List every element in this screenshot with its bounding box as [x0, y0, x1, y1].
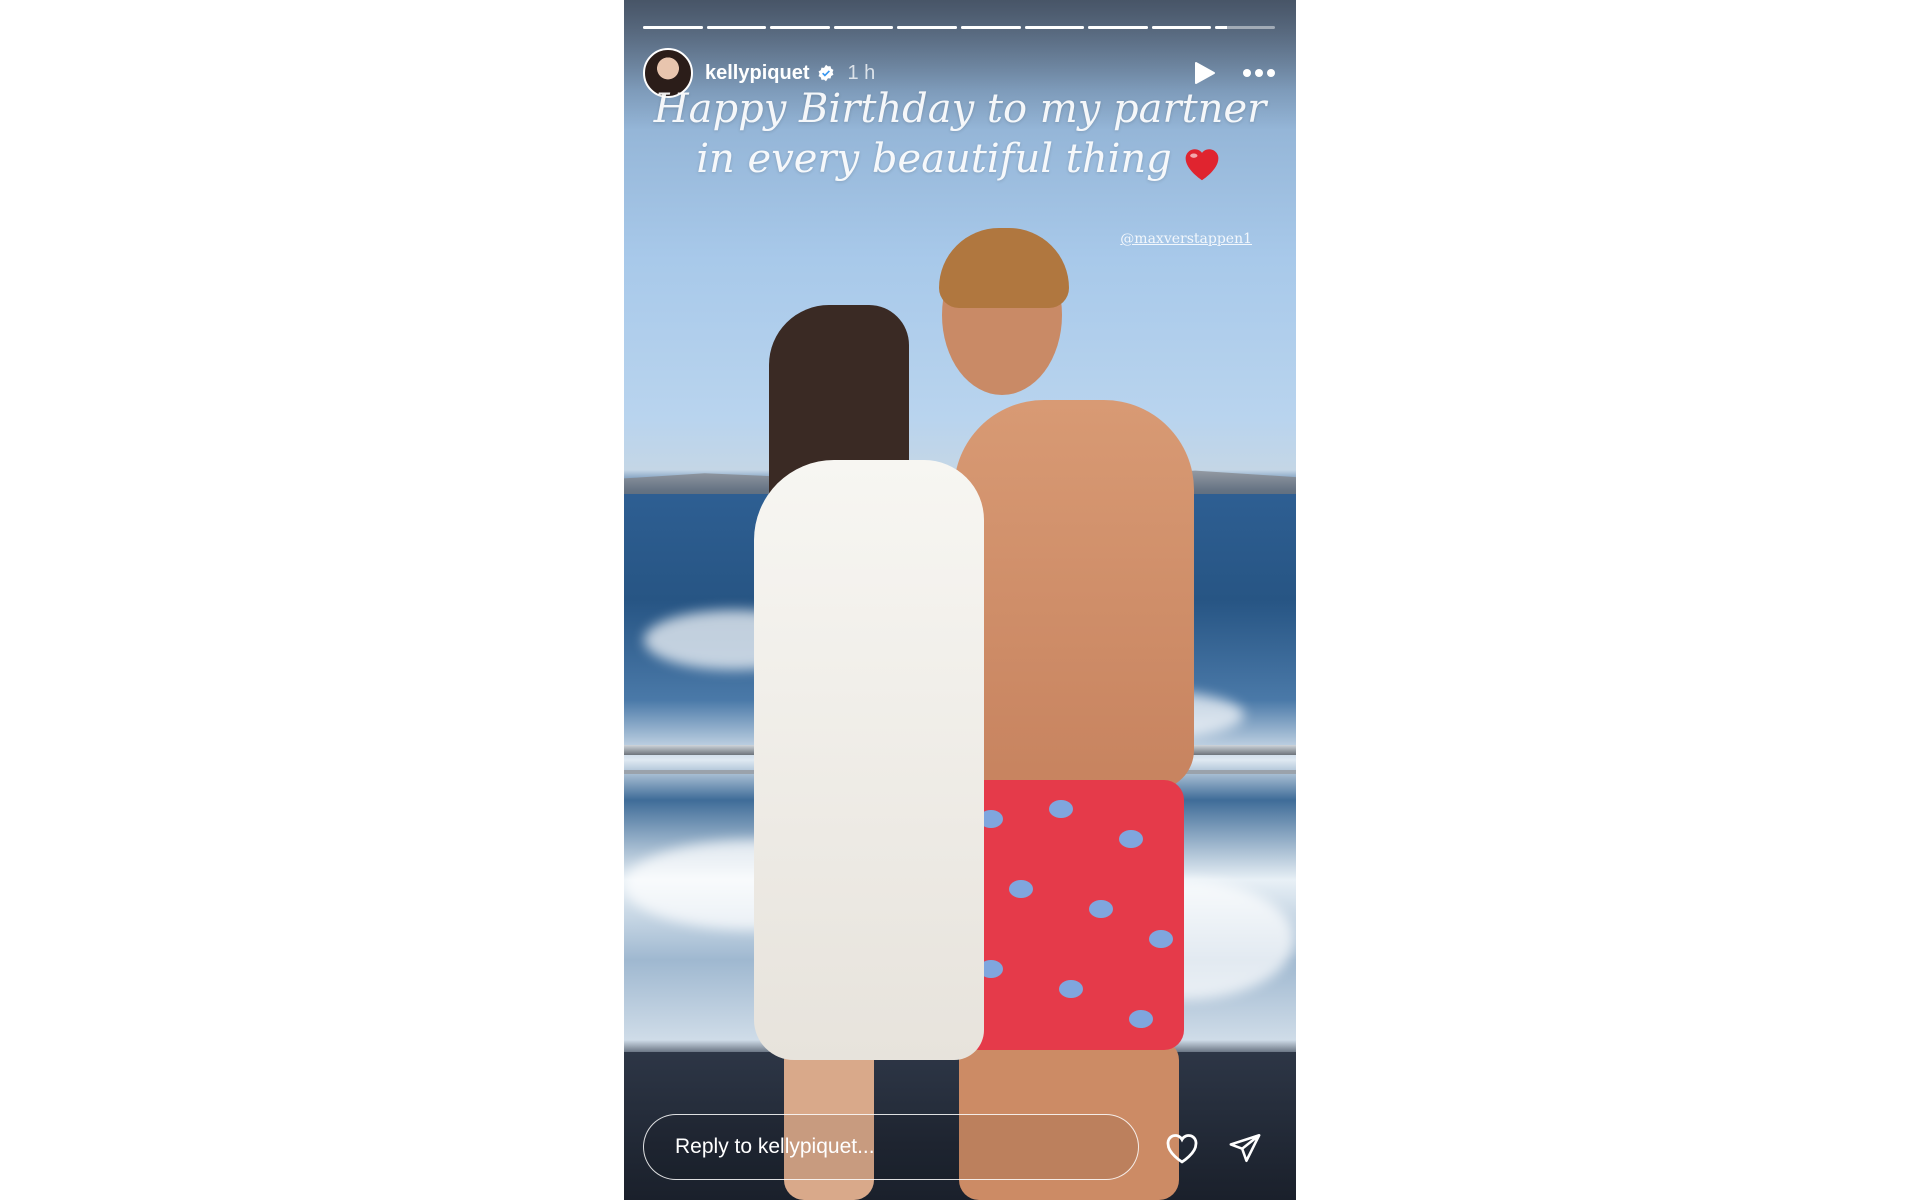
mention-link[interactable]: @maxverstappen1 — [1120, 231, 1252, 247]
story-progress-bar — [643, 26, 1275, 29]
post-time: 1 h — [847, 61, 876, 84]
send-icon — [1229, 1133, 1261, 1163]
progress-segment-fill — [897, 26, 957, 29]
heart-emoji-icon — [1185, 149, 1219, 181]
verified-badge-icon — [819, 64, 834, 82]
username[interactable]: kellypiquet — [705, 62, 809, 85]
progress-segment-fill — [643, 26, 703, 29]
progress-segment — [1024, 26, 1085, 29]
reply-placeholder: Reply to kellypiquet... — [675, 1135, 875, 1158]
progress-segment — [770, 26, 830, 29]
progress-segment — [706, 26, 767, 29]
progress-segment — [897, 26, 957, 29]
progress-segment — [833, 26, 894, 29]
progress-segment-fill — [1151, 26, 1212, 29]
play-icon — [1195, 62, 1215, 84]
progress-segment-fill — [706, 26, 767, 29]
heart-icon — [1166, 1134, 1198, 1164]
more-options-icon — [1243, 69, 1275, 77]
progress-segment-fill — [770, 26, 830, 29]
story-caption: Happy Birthday to my partner in every be… — [624, 84, 1296, 184]
progress-segment — [1088, 26, 1148, 29]
person-man-torso — [954, 400, 1194, 790]
progress-segment-fill — [833, 26, 894, 29]
caption-line-2-text: in every beautiful thing — [696, 136, 1172, 182]
person-woman-dress — [754, 460, 984, 1060]
progress-segment — [643, 26, 703, 29]
caption-line-1: Happy Birthday to my partner — [653, 86, 1267, 132]
person-man-hair — [939, 228, 1069, 308]
like-button[interactable] — [1162, 1128, 1202, 1168]
progress-segment — [1151, 26, 1212, 29]
progress-segment — [960, 26, 1021, 29]
progress-segment-fill — [1024, 26, 1085, 29]
progress-segment — [1215, 26, 1275, 29]
progress-segment-fill — [1088, 26, 1148, 29]
reply-input[interactable]: Reply to kellypiquet... — [643, 1114, 1139, 1180]
caption-line-2: in every beautiful thing — [624, 134, 1296, 184]
story-viewer[interactable]: kellypiquet 1 h Happy Birthday to my par… — [624, 0, 1296, 1200]
progress-segment-fill — [1215, 26, 1228, 29]
person-man-shorts — [959, 780, 1184, 1050]
progress-segment-fill — [960, 26, 1021, 29]
share-button[interactable] — [1225, 1128, 1265, 1168]
